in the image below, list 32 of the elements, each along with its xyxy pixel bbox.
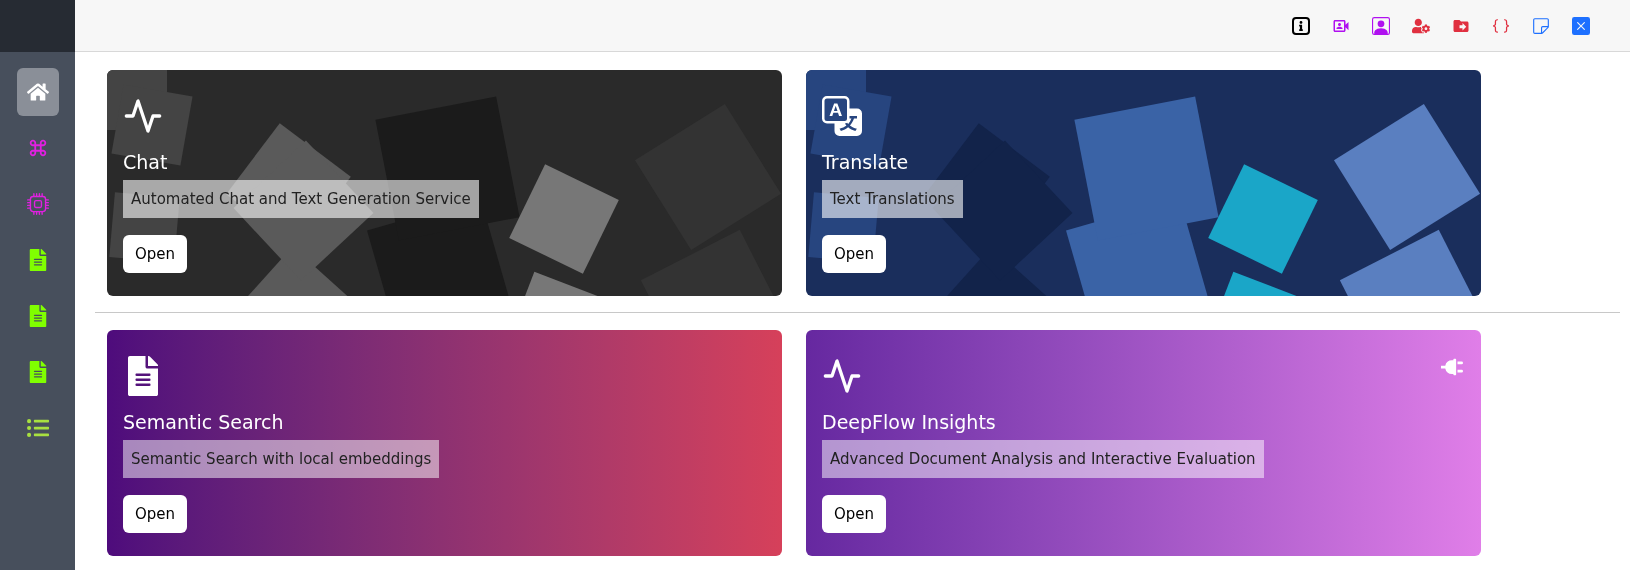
card-title: Chat <box>123 150 168 174</box>
open-button[interactable]: Open <box>123 495 188 533</box>
plug-icon <box>1441 358 1463 376</box>
pulse-line-icon <box>123 96 163 136</box>
pulse-line-icon <box>822 356 862 396</box>
person-portrait-icon <box>1372 16 1390 35</box>
close-icon <box>1572 16 1590 35</box>
user-settings-icon-button[interactable] <box>1412 16 1430 35</box>
card-title: Translate <box>822 150 909 174</box>
info-icon <box>1292 16 1310 35</box>
user-settings-icon <box>1412 16 1430 35</box>
close-icon-button[interactable] <box>1572 16 1590 35</box>
home-icon <box>26 81 49 103</box>
sticky-note-icon <box>1532 16 1550 35</box>
open-button[interactable]: Open <box>822 235 887 273</box>
open-button[interactable]: Open <box>123 235 188 273</box>
cpu-chip-icon <box>26 193 49 215</box>
braces-icon-button[interactable] <box>1492 16 1510 35</box>
sidebar-item[interactable] <box>16 68 59 116</box>
sticky-note-icon-button[interactable] <box>1532 16 1550 35</box>
card-description: Automated Chat and Text Generation Service <box>123 180 479 218</box>
info-icon-button[interactable] <box>1292 16 1310 35</box>
list-icon <box>26 417 49 439</box>
card-description: Advanced Document Analysis and Interactive Evaluation <box>822 440 1264 478</box>
braces-icon <box>1492 16 1510 35</box>
open-button[interactable]: Open <box>822 495 887 533</box>
card-description: Semantic Search with local embeddings <box>123 440 440 478</box>
person-portrait-icon-button[interactable] <box>1372 16 1390 35</box>
card-description: Text Translations <box>822 180 963 218</box>
translate-icon <box>822 96 862 136</box>
card-title: DeepFlow Insights <box>822 410 996 434</box>
card-title: Semantic Search <box>123 410 284 434</box>
